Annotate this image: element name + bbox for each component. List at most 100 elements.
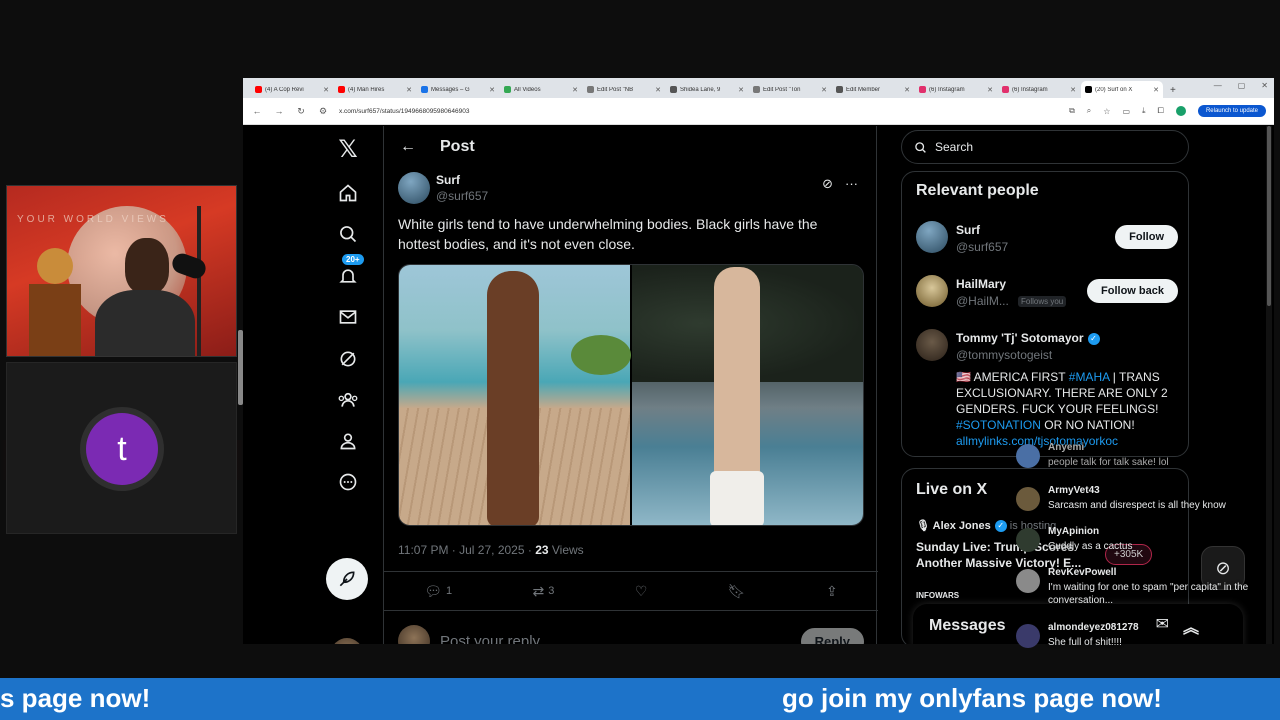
browser-tab[interactable]: Edit Member ✕ [832,81,914,98]
url-field[interactable]: x.com/surf657/status/1949668095980646903 [339,108,1059,115]
close-icon[interactable]: ✕ [1070,86,1076,94]
download-icon[interactable]: ⤓ [1142,106,1146,116]
reply-icon: 💬︎ [424,582,442,599]
post-actions: 💬︎ 1 ⇄ 3 ♡ 🔖︎ ⇪ [384,571,878,611]
close-window-icon[interactable]: ✕ [1261,81,1268,90]
reply-button[interactable]: Reply [800,627,864,644]
grok-explain-icon[interactable]: ⊘ [822,176,833,192]
close-icon[interactable]: ✕ [904,86,910,94]
follow-back-button[interactable]: Follow back [1087,279,1178,303]
post-image-left[interactable] [399,265,631,525]
avatar [916,329,948,361]
post-column: ← Post Surf @surf657 ⊘ ··· White girls t… [383,126,878,645]
close-icon[interactable]: ✕ [572,86,578,94]
browser-tab[interactable]: (6) Instagram ✕ [915,81,997,98]
account-avatar[interactable] [331,638,363,644]
grok-icon[interactable] [333,344,363,374]
ticker-text: s page now! [0,683,151,713]
site-info-icon[interactable]: ⚙ [317,106,329,117]
webcam-banner-text: YOUR WORLD VIEWS [17,214,169,225]
profile-icon[interactable] [333,426,363,456]
share-icon: ⇪ [826,582,838,599]
close-icon[interactable]: ✕ [1153,86,1159,94]
reply-avatar [398,625,430,644]
browser-tab[interactable]: All Videos ✕ [500,81,582,98]
tab-favicon-icon [338,86,345,93]
relevant-people-card: Relevant people Surf @surf657 Follow Hai… [901,171,1189,457]
maximize-icon[interactable]: ▢ [1238,81,1246,90]
zoom-icon[interactable]: ⌕ [1087,106,1091,116]
close-icon[interactable]: ✕ [821,86,827,94]
guest-avatar: t [86,413,158,485]
tab-favicon-icon [670,86,677,93]
browser-tab-active[interactable]: (20) Surf on X ✕ [1081,81,1163,98]
compose-post-button[interactable] [326,558,368,600]
chat-avatar [1016,487,1040,511]
install-icon[interactable]: ⧉ [1069,106,1075,116]
profile-avatar[interactable] [1175,106,1186,116]
reply-action[interactable]: 💬︎ 1 [424,583,452,600]
messages-envelope-icon[interactable] [333,302,363,332]
hashtag-link[interactable]: #MAHA [1069,370,1110,384]
bookmark-star-icon[interactable]: ☆ [1103,107,1110,116]
close-icon[interactable]: ✕ [655,86,661,94]
close-icon[interactable]: ✕ [489,86,495,94]
stream-ticker: s page now! go join my onlyfans page now… [0,678,1280,720]
post-text: White girls tend to have underwhelming b… [398,216,818,252]
browser-tab[interactable]: (6) Instagram ✕ [998,81,1080,98]
browser-tab[interactable]: (4) A Cop Revi ✕ [251,81,333,98]
browser-tab[interactable]: Messages – G ✕ [417,81,499,98]
browser-tab[interactable]: Edit Post "NB ✕ [583,81,665,98]
close-icon[interactable]: ✕ [738,86,744,94]
tab-favicon-icon [255,86,262,93]
browser-tab[interactable]: Edit Post "Ton ✕ [749,81,831,98]
browser-tab[interactable]: (4) Man Hires ✕ [334,81,416,98]
person-tommy[interactable]: Tommy 'Tj' Sotomayor ✓ @tommysotogeist 🇺🇸… [916,329,1178,449]
streamer [95,238,195,356]
page-title: Post [440,138,475,155]
back-icon[interactable]: ← [251,106,263,116]
chat-avatar [1016,624,1040,648]
repost-action[interactable]: ⇄ 3 [533,583,555,600]
avatar [916,275,948,307]
author-name[interactable]: Surf [436,173,460,187]
address-bar: ← → ↻ ⚙ x.com/surf657/status/19496680959… [243,98,1274,125]
reply-input[interactable]: Post your reply [440,633,791,645]
new-tab-button[interactable]: + [1170,85,1176,96]
communities-icon[interactable] [333,385,363,415]
follow-button[interactable]: Follow [1115,225,1178,249]
x-logo-icon[interactable]: 𝕏 [333,134,363,164]
more-circle-icon[interactable] [333,467,363,497]
search-input[interactable]: Search [901,130,1189,164]
live-title: Live on X [916,481,988,498]
home-icon[interactable] [333,178,363,208]
bookmark-action[interactable]: 🔖︎ [728,583,746,600]
hashtag-link[interactable]: #SOTONATION [956,418,1041,432]
search-icon [915,141,926,153]
forward-icon[interactable]: → [273,106,285,116]
author-avatar[interactable] [398,172,430,204]
more-options-icon[interactable]: ··· [845,176,858,192]
relaunch-button[interactable]: Relaunch to update [1197,105,1266,117]
post-image-right[interactable] [632,265,863,525]
notifications-bell-icon[interactable]: 20+ [333,254,364,291]
like-action[interactable]: ♡ [635,583,648,600]
author-handle[interactable]: @surf657 [436,189,488,203]
tab-favicon-icon [836,86,843,93]
reload-icon[interactable]: ↻ [295,106,307,117]
sidebar-icon[interactable]: ▭ [1122,107,1130,116]
tab-favicon-icon [504,86,511,93]
back-arrow-icon[interactable]: ← [400,138,416,156]
close-icon[interactable]: ✕ [987,86,993,94]
extensions-icon[interactable]: ⧠ [1158,106,1164,116]
browser-tab[interactable]: Shidea Lane, 9 ✕ [666,81,748,98]
person-hailmary[interactable]: HailMary @HailM... Follows you Follow ba… [916,275,1178,311]
explore-search-icon[interactable] [333,219,363,249]
close-icon[interactable]: ✕ [406,86,412,94]
post-media[interactable] [398,264,864,526]
share-action[interactable]: ⇪ [826,583,838,600]
person-surf[interactable]: Surf @surf657 Follow [916,221,1178,257]
browser-window: (4) A Cop Revi ✕ (4) Man Hires ✕ Messages … [243,78,1274,644]
minimize-icon[interactable]: — [1214,81,1222,90]
close-icon[interactable]: ✕ [323,86,329,94]
